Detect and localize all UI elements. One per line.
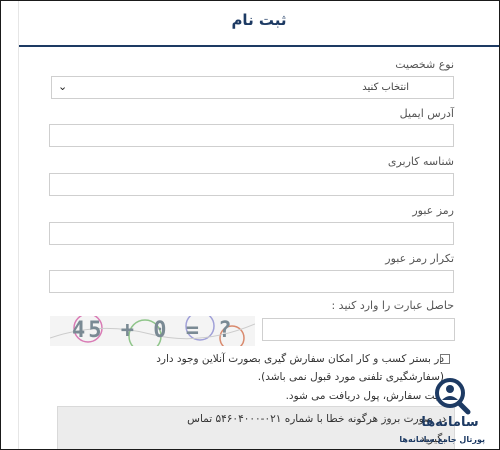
title-divider (19, 45, 499, 47)
email-field[interactable] (49, 124, 454, 147)
online-order-text-line1: در بستر کسب و کار امکان سفارش گیری بصورت… (156, 353, 444, 365)
password-repeat-label: تکرار رمز عبور (385, 252, 454, 265)
password-repeat-field[interactable] (49, 270, 454, 293)
chevron-down-icon: ⌄ (58, 80, 68, 93)
username-field[interactable] (49, 173, 454, 196)
username-label: شناسه کاربری (387, 155, 454, 168)
captcha-text: 45 + 0 = ? (72, 318, 235, 343)
support-alert-line1: در صورت بروز هرگونه خطا با شماره ۰۲۱-۵۴۶… (187, 413, 446, 425)
password-label: رمز عبور (412, 204, 454, 217)
password-field[interactable] (49, 222, 454, 245)
person-type-label: نوع شخصیت (395, 58, 454, 71)
email-label: آدرس ایمیل (399, 107, 454, 120)
page-frame: ثبت نام نوع شخصیت انتخاب کنید ⌄ آدرس ایم… (0, 0, 500, 450)
person-type-selected-value: انتخاب کنید (362, 82, 409, 93)
samanehha-watermark: سامانه‌ها پورتال جامع سامانه‌ها (399, 375, 499, 449)
person-type-select[interactable]: انتخاب کنید ⌄ (51, 76, 454, 99)
watermark-tagline: پورتال جامع سامانه‌ها (399, 435, 485, 444)
captcha-label: حاصل عبارت را وارد کنید : (331, 299, 454, 312)
captcha-input[interactable] (262, 318, 455, 341)
watermark-name: سامانه‌ها (421, 415, 479, 430)
magnifier-user-icon (435, 378, 471, 415)
page-title: ثبت نام (231, 11, 287, 29)
support-alert: در صورت بروز هرگونه خطا با شماره ۰۲۱-۵۴۶… (57, 406, 455, 449)
captcha-image: 45 + 0 = ? (50, 316, 255, 346)
